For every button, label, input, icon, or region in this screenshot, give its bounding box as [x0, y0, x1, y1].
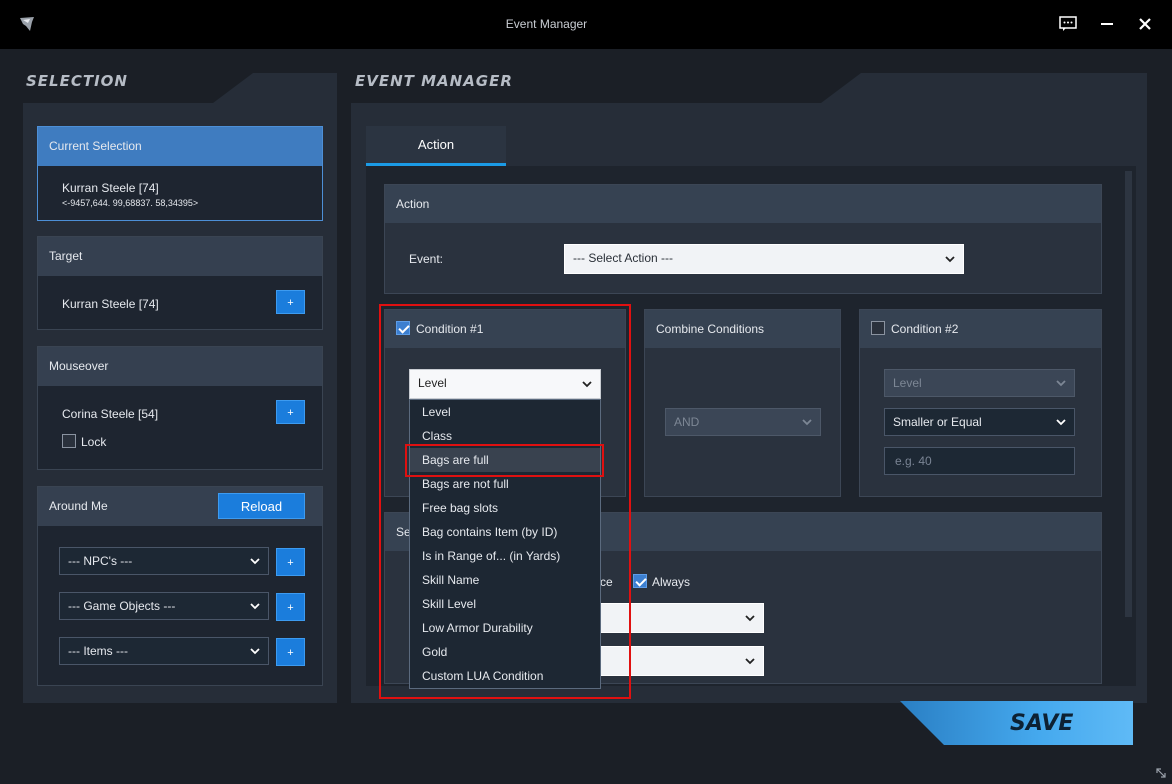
condition2-operator-select[interactable]: Smaller or Equal: [884, 408, 1075, 436]
chevron-down-icon: [250, 648, 260, 655]
chevron-down-icon: [1056, 419, 1066, 426]
content-scrollbar[interactable]: [1125, 171, 1132, 617]
add-game-object-button[interactable]: +: [276, 593, 305, 621]
mouseover-name: Corina Steele [54]: [62, 407, 159, 421]
condition2-operator-value: Smaller or Equal: [893, 415, 982, 429]
chevron-down-icon: [802, 419, 812, 426]
combine-select[interactable]: AND: [665, 408, 821, 436]
items-select-value: --- Items ---: [68, 644, 128, 658]
npcs-select[interactable]: --- NPC's ---: [59, 547, 269, 575]
action-panel: Action: [384, 184, 1102, 294]
reload-button[interactable]: Reload: [218, 493, 305, 519]
window-title: Event Manager: [505, 17, 588, 31]
chevron-down-icon: [745, 615, 755, 622]
target-name: Kurran Steele [74]: [62, 297, 159, 311]
add-item-button[interactable]: +: [276, 638, 305, 666]
lock-checkbox[interactable]: [62, 434, 76, 448]
condition2-checkbox[interactable]: [871, 321, 885, 335]
chevron-down-icon: [250, 558, 260, 565]
chevron-down-icon: [1056, 380, 1066, 387]
game-objects-select-value: --- Game Objects ---: [68, 599, 176, 613]
condition2-header: Condition #2: [860, 310, 1101, 348]
items-select[interactable]: --- Items ---: [59, 637, 269, 665]
condition2-value-input[interactable]: e.g. 40: [884, 447, 1075, 475]
feedback-icon[interactable]: [1056, 12, 1080, 36]
combine-select-value: AND: [674, 415, 700, 429]
add-npc-button[interactable]: +: [276, 548, 305, 576]
add-mouseover-button[interactable]: +: [276, 400, 305, 424]
target-box: Target: [37, 236, 323, 330]
chevron-down-icon: [945, 256, 955, 263]
always-checkbox[interactable]: [633, 574, 647, 588]
current-selection-name: Kurran Steele [74]: [62, 181, 159, 195]
event-manager-heading: EVENT MANAGER: [355, 72, 513, 90]
event-select[interactable]: --- Select Action ---: [564, 244, 964, 274]
annotation-box-outer: [379, 304, 631, 699]
current-selection-header: Current Selection: [38, 127, 322, 166]
mouseover-header: Mouseover: [38, 347, 322, 386]
current-selection-coords: <-9457,644. 99,68837. 58,34395>: [62, 198, 199, 208]
lock-label: Lock: [81, 435, 107, 449]
game-objects-select[interactable]: --- Game Objects ---: [59, 592, 269, 620]
npcs-select-value: --- NPC's ---: [68, 554, 133, 568]
selection-heading: SELECTION: [26, 72, 128, 90]
resize-grip-icon[interactable]: [1155, 767, 1167, 779]
annotation-box-option: [405, 444, 604, 477]
save-button-label: SAVE: [1010, 711, 1074, 736]
action-panel-header: Action: [385, 185, 1101, 223]
add-target-button[interactable]: +: [276, 290, 305, 314]
condition2-type-select[interactable]: Level: [884, 369, 1075, 397]
close-icon[interactable]: [1133, 12, 1157, 36]
event-label: Event:: [409, 252, 444, 266]
minimize-icon[interactable]: [1095, 12, 1119, 36]
always-label: Always: [652, 575, 691, 589]
title-bar: Event Manager: [0, 0, 1172, 49]
target-header: Target: [38, 237, 322, 276]
event-select-value: --- Select Action ---: [573, 251, 674, 265]
condition2-type-value: Level: [893, 376, 922, 390]
chevron-down-icon: [250, 603, 260, 610]
combine-conditions-panel: Combine Conditions: [644, 309, 841, 497]
combine-conditions-header: Combine Conditions: [645, 310, 840, 348]
tab-action[interactable]: Action: [366, 126, 506, 166]
chevron-down-icon: [745, 658, 755, 665]
